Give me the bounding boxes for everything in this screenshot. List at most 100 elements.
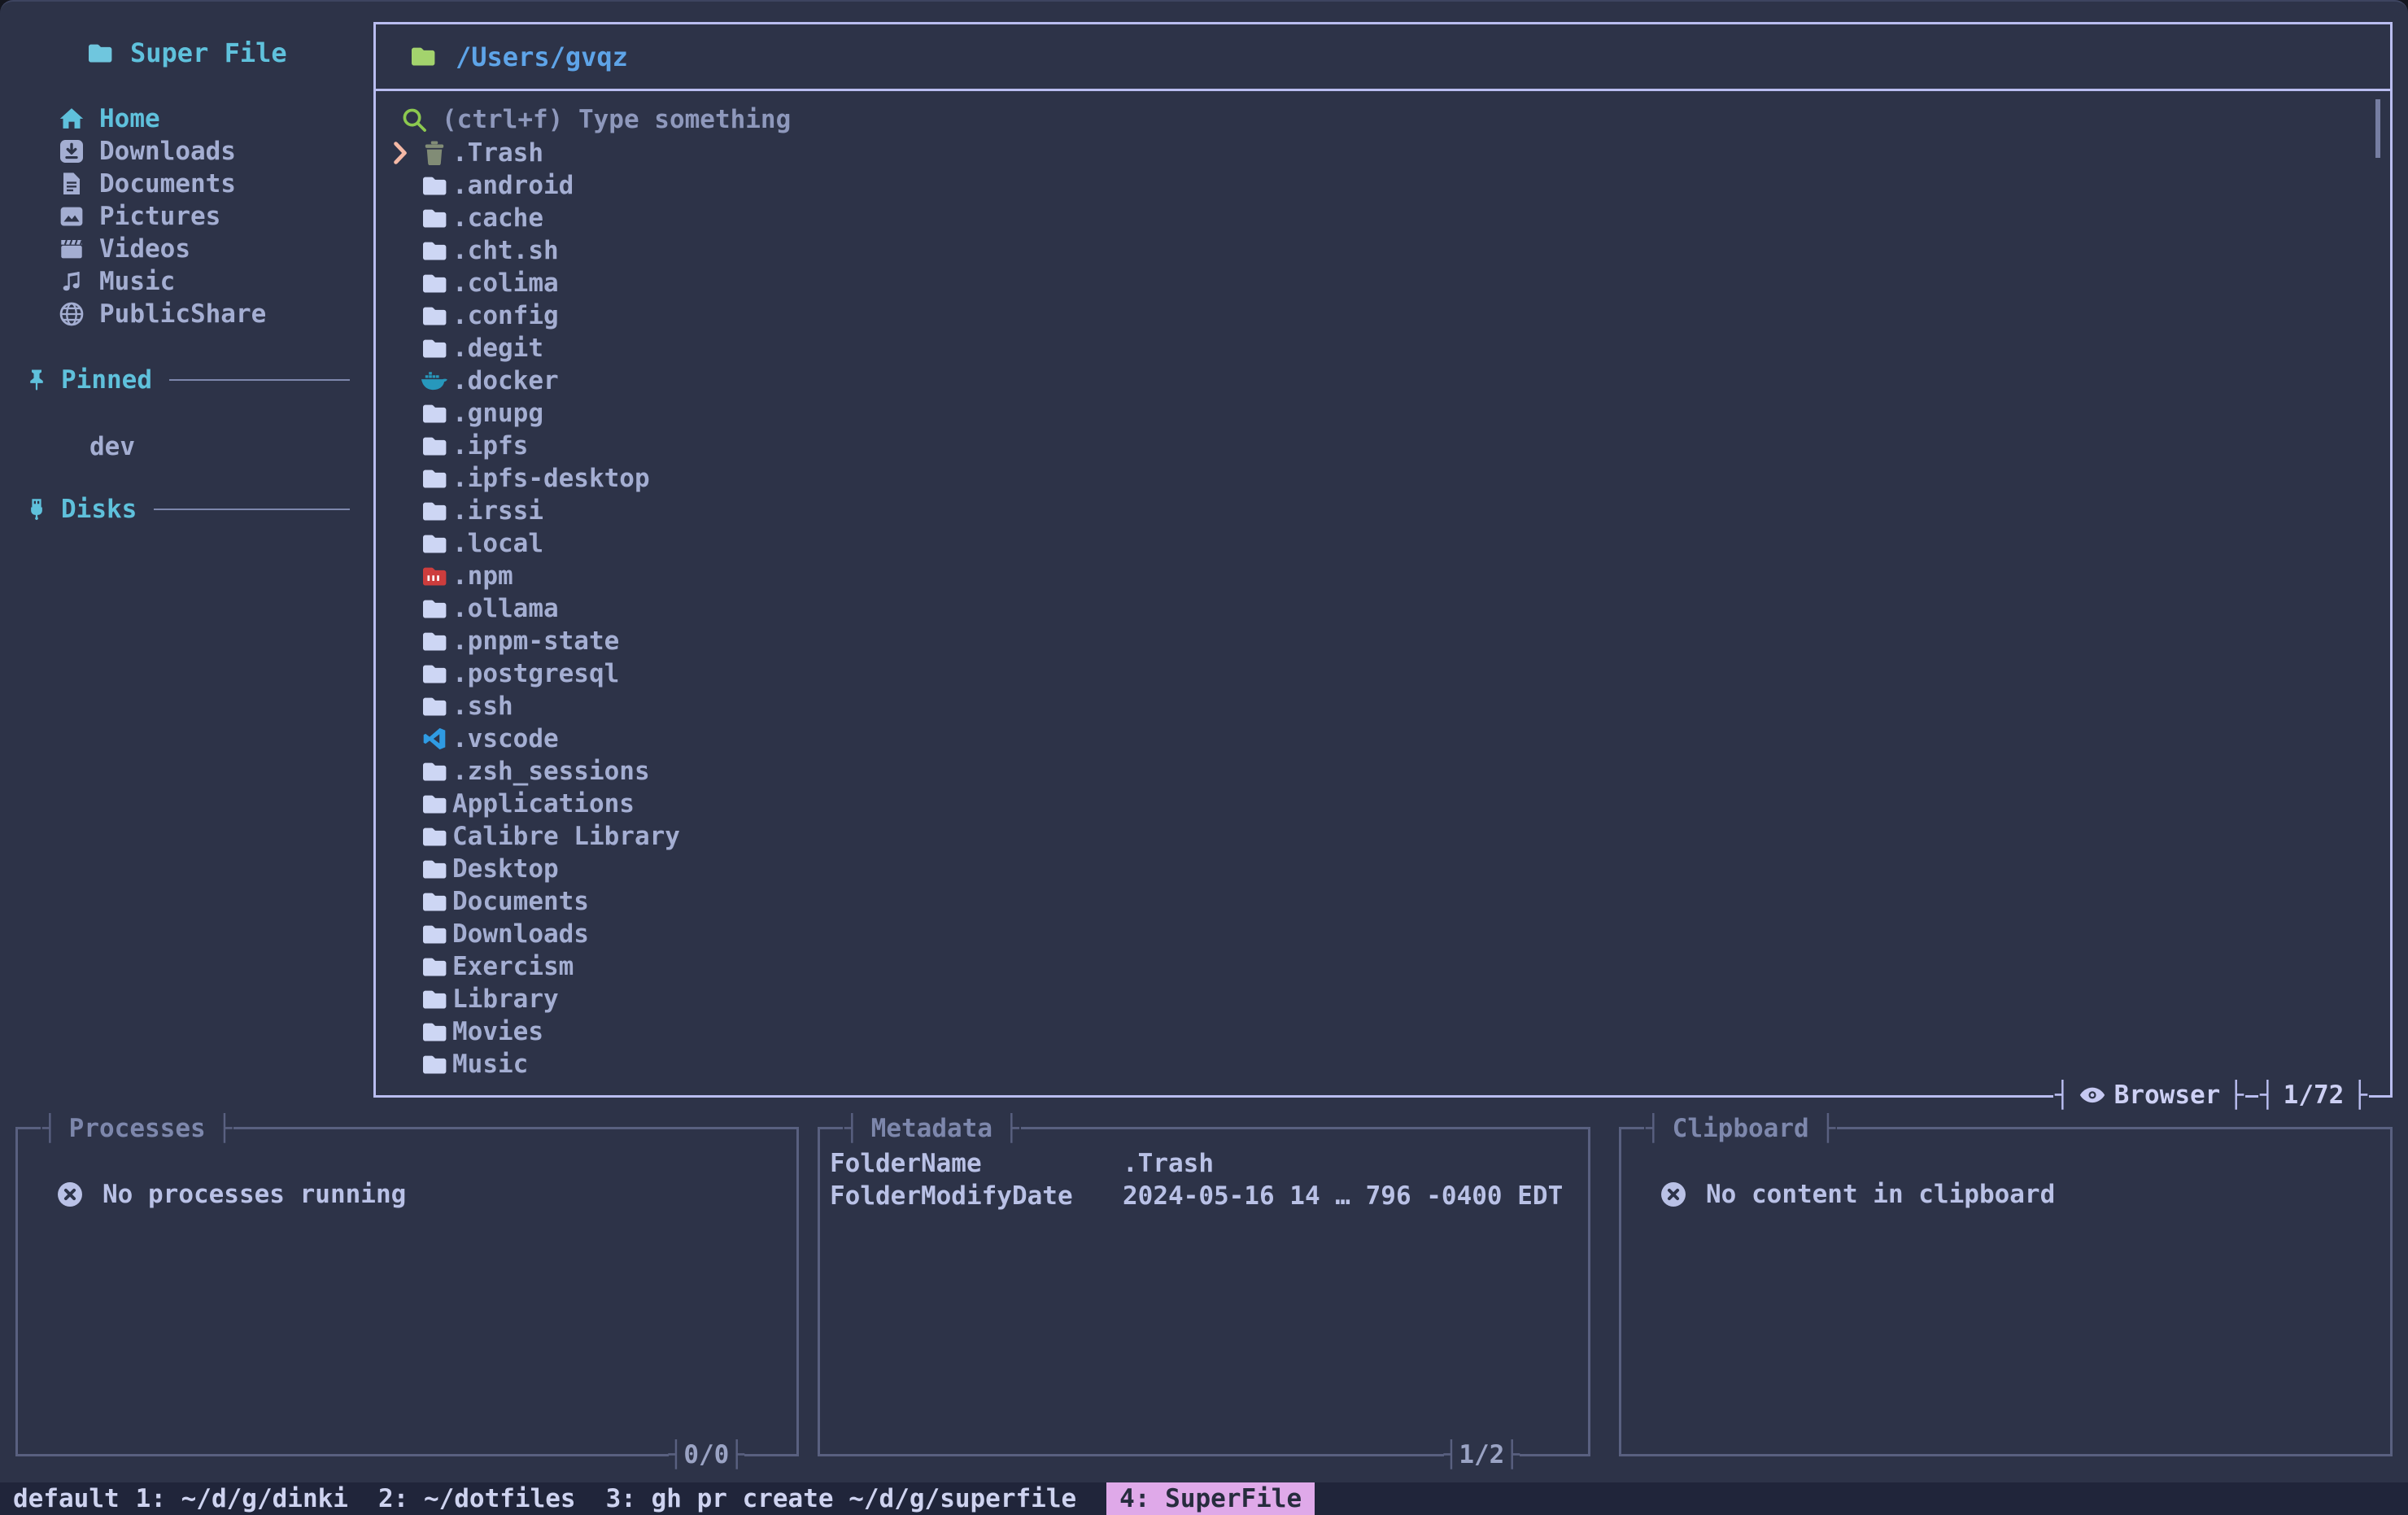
search-input[interactable]: (ctrl+f) Type something [376, 103, 2390, 137]
globe-icon [57, 302, 86, 326]
trash-icon [417, 141, 452, 166]
file-row[interactable]: Exercism [376, 950, 2390, 983]
file-row[interactable]: .gnupg [376, 397, 2390, 430]
file-browser-panel: /Users/gvqz (ctrl+f) Type something .Tra… [373, 22, 2393, 1098]
sidebar-item-videos[interactable]: Videos [57, 233, 266, 265]
file-row[interactable]: .ipfs [376, 430, 2390, 462]
folder-icon [417, 696, 452, 718]
tmux-window-list: 1: ~/d/g/dinki 2: ~/dotfiles 3: gh pr crea… [136, 1482, 1315, 1515]
file-row[interactable]: Applications [376, 788, 2390, 820]
pinned-section-label: Pinned [61, 365, 152, 395]
metadata-counter-label: 1/2 [1459, 1440, 1504, 1469]
music-icon [57, 271, 86, 292]
file-row[interactable]: Calibre Library [376, 820, 2390, 853]
file-name: Music [452, 1050, 528, 1079]
file-row[interactable]: Movies [376, 1015, 2390, 1048]
vscode-icon [417, 727, 452, 750]
file-row[interactable]: .cht.sh [376, 234, 2390, 267]
metadata-value: 2024-05-16 14 … 796 -0400 EDT [1123, 1181, 1563, 1211]
file-row[interactable]: Desktop [376, 853, 2390, 885]
sidebar-item-music[interactable]: Music [57, 265, 266, 298]
metadata-counter: 1/2 [1444, 1437, 1520, 1473]
file-row[interactable]: .ssh [376, 690, 2390, 723]
tmux-window-3[interactable]: 3: gh pr create ~/d/g/superfile [606, 1484, 1077, 1513]
sidebar: Super File HomeDownloadsDocumentsPicture… [0, 2, 373, 1100]
scrollbar-thumb[interactable] [2375, 99, 2380, 158]
processes-counter-label: 0/0 [683, 1440, 729, 1469]
usb-icon [24, 498, 49, 521]
file-row[interactable]: .npm [376, 560, 2390, 592]
tmux-window-1[interactable]: 1: ~/d/g/dinki [136, 1484, 348, 1513]
folder-icon [417, 1054, 452, 1076]
search-icon [400, 107, 428, 132]
file-row[interactable]: .zsh_sessions [376, 755, 2390, 788]
selection-cursor-icon [384, 141, 417, 165]
pictures-icon [57, 207, 86, 226]
file-name: .android [452, 171, 574, 200]
file-name: .cache [452, 203, 543, 233]
pinned-item-dev[interactable]: dev [89, 430, 135, 463]
file-row[interactable]: Documents [376, 885, 2390, 918]
folder-icon [417, 858, 452, 880]
file-row[interactable]: .docker [376, 365, 2390, 397]
clipboard-empty-label: No content in clipboard [1706, 1180, 2055, 1209]
tmux-session-name[interactable]: default [0, 1484, 136, 1513]
sidebar-item-label: PublicShare [99, 299, 266, 329]
folder-icon [417, 435, 452, 457]
file-name: .vscode [452, 724, 559, 753]
file-row[interactable]: .colima [376, 267, 2390, 299]
file-row[interactable]: .ipfs-desktop [376, 462, 2390, 495]
file-row[interactable]: .pnpm-state [376, 625, 2390, 657]
folder-icon [417, 793, 452, 815]
file-row[interactable]: .local [376, 527, 2390, 560]
file-row[interactable]: .vscode [376, 723, 2390, 755]
file-row[interactable]: .Trash [376, 137, 2390, 169]
sidebar-item-publicshare[interactable]: PublicShare [57, 298, 266, 330]
file-row[interactable]: .config [376, 299, 2390, 332]
folder-icon [417, 273, 452, 295]
file-name: Applications [452, 789, 635, 819]
sidebar-item-documents[interactable]: Documents [57, 168, 266, 200]
sidebar-item-label: Music [99, 267, 175, 296]
file-row[interactable]: .irssi [376, 495, 2390, 527]
path-bar[interactable]: /Users/gvqz [376, 24, 2390, 91]
metadata-key: FolderName [830, 1149, 1123, 1178]
processes-counter: 0/0 [669, 1437, 744, 1473]
file-name: .pnpm-state [452, 627, 619, 656]
panel-footer: Browser 1/72 [2053, 1077, 2369, 1113]
file-row[interactable]: Downloads [376, 918, 2390, 950]
file-name: Library [452, 985, 559, 1014]
folder-icon [417, 956, 452, 978]
folder-icon [417, 631, 452, 653]
folder-icon [417, 207, 452, 229]
metadata-panel-title: Metadata [843, 1111, 1021, 1146]
folder-icon [417, 240, 452, 262]
tmux-window-4[interactable]: 4: SuperFile [1106, 1482, 1315, 1515]
file-name: .Trash [452, 138, 543, 168]
disks-section-label: Disks [61, 495, 137, 524]
sidebar-item-label: Documents [99, 169, 236, 199]
folder-icon [417, 500, 452, 522]
file-row[interactable]: .cache [376, 202, 2390, 234]
clipboard-panel-title: Clipboard [1644, 1111, 1837, 1146]
file-row[interactable]: .android [376, 169, 2390, 202]
app-title: Super File [85, 37, 287, 68]
file-row[interactable]: Music [376, 1048, 2390, 1081]
sidebar-item-pictures[interactable]: Pictures [57, 200, 266, 233]
tmux-window-2[interactable]: 2: ~/dotfiles [378, 1484, 576, 1513]
folder-icon [417, 663, 452, 685]
file-name: .cht.sh [452, 236, 559, 265]
sidebar-item-downloads[interactable]: Downloads [57, 135, 266, 168]
pinned-divider [169, 379, 350, 381]
search-placeholder: (ctrl+f) Type something [442, 105, 791, 134]
file-row[interactable]: .postgresql [376, 657, 2390, 690]
file-row[interactable]: .ollama [376, 592, 2390, 625]
folder-icon [417, 598, 452, 620]
metadata-value: .Trash [1123, 1149, 1214, 1178]
file-row[interactable]: .degit [376, 332, 2390, 365]
file-row[interactable]: Library [376, 983, 2390, 1015]
docker-icon [417, 371, 452, 391]
folder-icon [417, 305, 452, 327]
sidebar-item-home[interactable]: Home [57, 103, 266, 135]
file-name: .irssi [452, 496, 543, 526]
